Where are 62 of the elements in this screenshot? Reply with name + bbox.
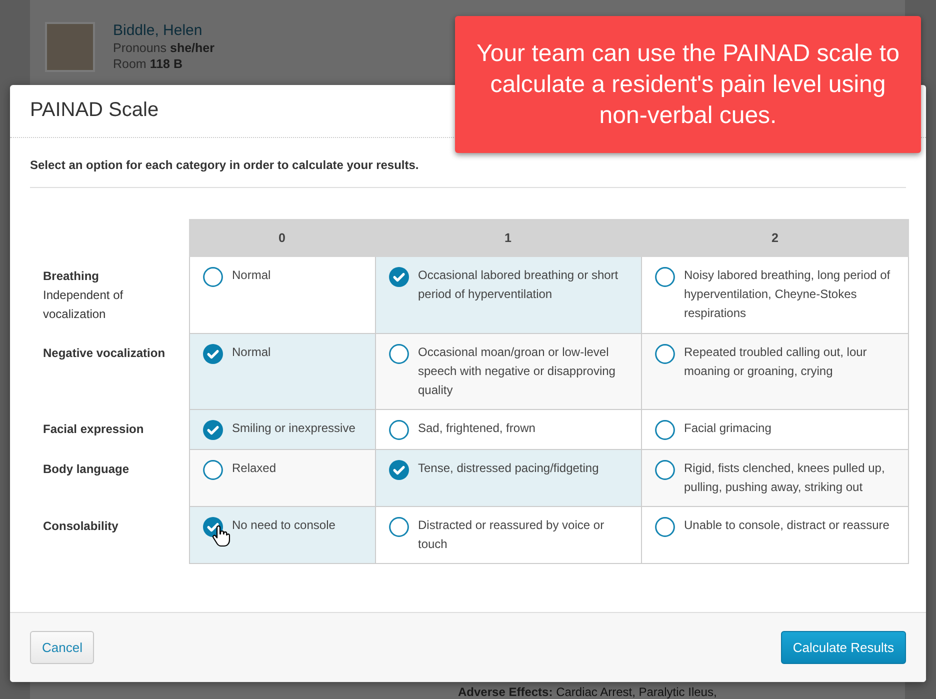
radio-button[interactable] (389, 344, 409, 364)
option-label: Smiling or inexpressive (232, 420, 356, 437)
radio-button[interactable] (389, 517, 409, 537)
option-label: Distracted or reassured by voice or touch (418, 517, 606, 553)
category-label: Consolability (43, 518, 118, 535)
option-cell[interactable]: Noisy labored breathing, long period of hyperventilation, Cheyne-Stokes respirations (641, 257, 909, 334)
option-cell[interactable]: Sad, frightened, frown (375, 410, 641, 450)
option-label: Normal (232, 344, 271, 361)
instruction-text: Select an option for each category in order to calculate your results. (30, 158, 906, 188)
option-label: Unable to console, distract or reassure (684, 517, 890, 534)
category-sublabel: Independent of vocalization (43, 287, 124, 323)
option-cell[interactable]: Normal (189, 334, 375, 410)
category-label: Breathing (43, 268, 100, 285)
radio-button[interactable] (655, 517, 675, 537)
option-label: Occasional labored breathing or short period of hyperventilation (418, 267, 620, 303)
modal-title: PAINAD Scale (30, 99, 159, 121)
radio-button[interactable] (203, 420, 223, 440)
option-label: Rigid, fists clenched, knees pulled up, pulling, pushing away, striking out (684, 460, 886, 496)
radio-button[interactable] (655, 267, 675, 287)
column-header: 1 (375, 219, 641, 257)
radio-button[interactable] (389, 460, 409, 480)
hand-cursor-icon (212, 525, 230, 547)
option-cell[interactable]: Distracted or reassured by voice or touch (375, 507, 641, 564)
option-label: Noisy labored breathing, long period of hyperventilation, Cheyne-Stokes respirations (684, 267, 892, 322)
column-header: 0 (189, 219, 375, 257)
column-header: 2 (641, 219, 909, 257)
radio-button[interactable] (389, 267, 409, 287)
option-cell[interactable]: Occasional moan/groan or low-level speech with negative or disapproving quality (375, 334, 641, 410)
option-label: Repeated troubled calling out, lour moaning or groaning, crying (684, 344, 868, 380)
adverse-effects-text: Adverse Effects: Cardiac Arrest, Paralytic Ileus, (458, 685, 717, 699)
option-cell[interactable]: Unable to console, distract or reassure (641, 507, 909, 564)
radio-button[interactable] (655, 460, 675, 480)
option-cell[interactable]: Relaxed (189, 450, 375, 507)
option-cell[interactable]: Facial grimacing (641, 410, 909, 450)
radio-button[interactable] (203, 267, 223, 287)
option-label: Occasional moan/groan or low-level speech with negative or disapproving quality (418, 344, 616, 399)
option-cell[interactable]: Rigid, fists clenched, knees pulled up, pulling, pushing away, striking out (641, 450, 909, 507)
cancel-button[interactable]: Cancel (30, 631, 94, 664)
photo-placeholder (45, 22, 95, 72)
option-cell[interactable]: Repeated troubled calling out, lour moaning or groaning, crying (641, 334, 909, 410)
category-label: Negative vocalization (43, 345, 166, 362)
option-label: No need to console (232, 517, 336, 534)
room-text: Room 118 B (113, 57, 184, 71)
option-cell[interactable]: Normal (189, 257, 375, 334)
option-label: Normal (232, 267, 271, 284)
option-label: Tense, distressed pacing/fidgeting (418, 460, 599, 477)
radio-button[interactable] (203, 344, 223, 364)
pronouns-text: Pronouns she/her (113, 41, 214, 55)
option-cell[interactable]: Occasional labored breathing or short period of hyperventilation (375, 257, 641, 334)
option-cell[interactable]: No need to console (189, 507, 375, 564)
option-label: Facial grimacing (684, 420, 772, 437)
option-label: Sad, frightened, frown (418, 420, 536, 437)
option-cell[interactable]: Tense, distressed pacing/fidgeting (375, 450, 641, 507)
category-label: Facial expression (43, 421, 144, 438)
radio-button[interactable] (655, 420, 675, 440)
option-cell[interactable]: Smiling or inexpressive (189, 410, 375, 450)
radio-button[interactable] (389, 420, 409, 440)
option-label: Relaxed (232, 460, 276, 477)
radio-button[interactable] (655, 344, 675, 364)
radio-button[interactable] (203, 460, 223, 480)
category-label: Body language (43, 461, 130, 478)
callout-banner: Your team can use the PAINAD scale to calculate a resident's pain level using non-verbal cues. (455, 16, 921, 153)
